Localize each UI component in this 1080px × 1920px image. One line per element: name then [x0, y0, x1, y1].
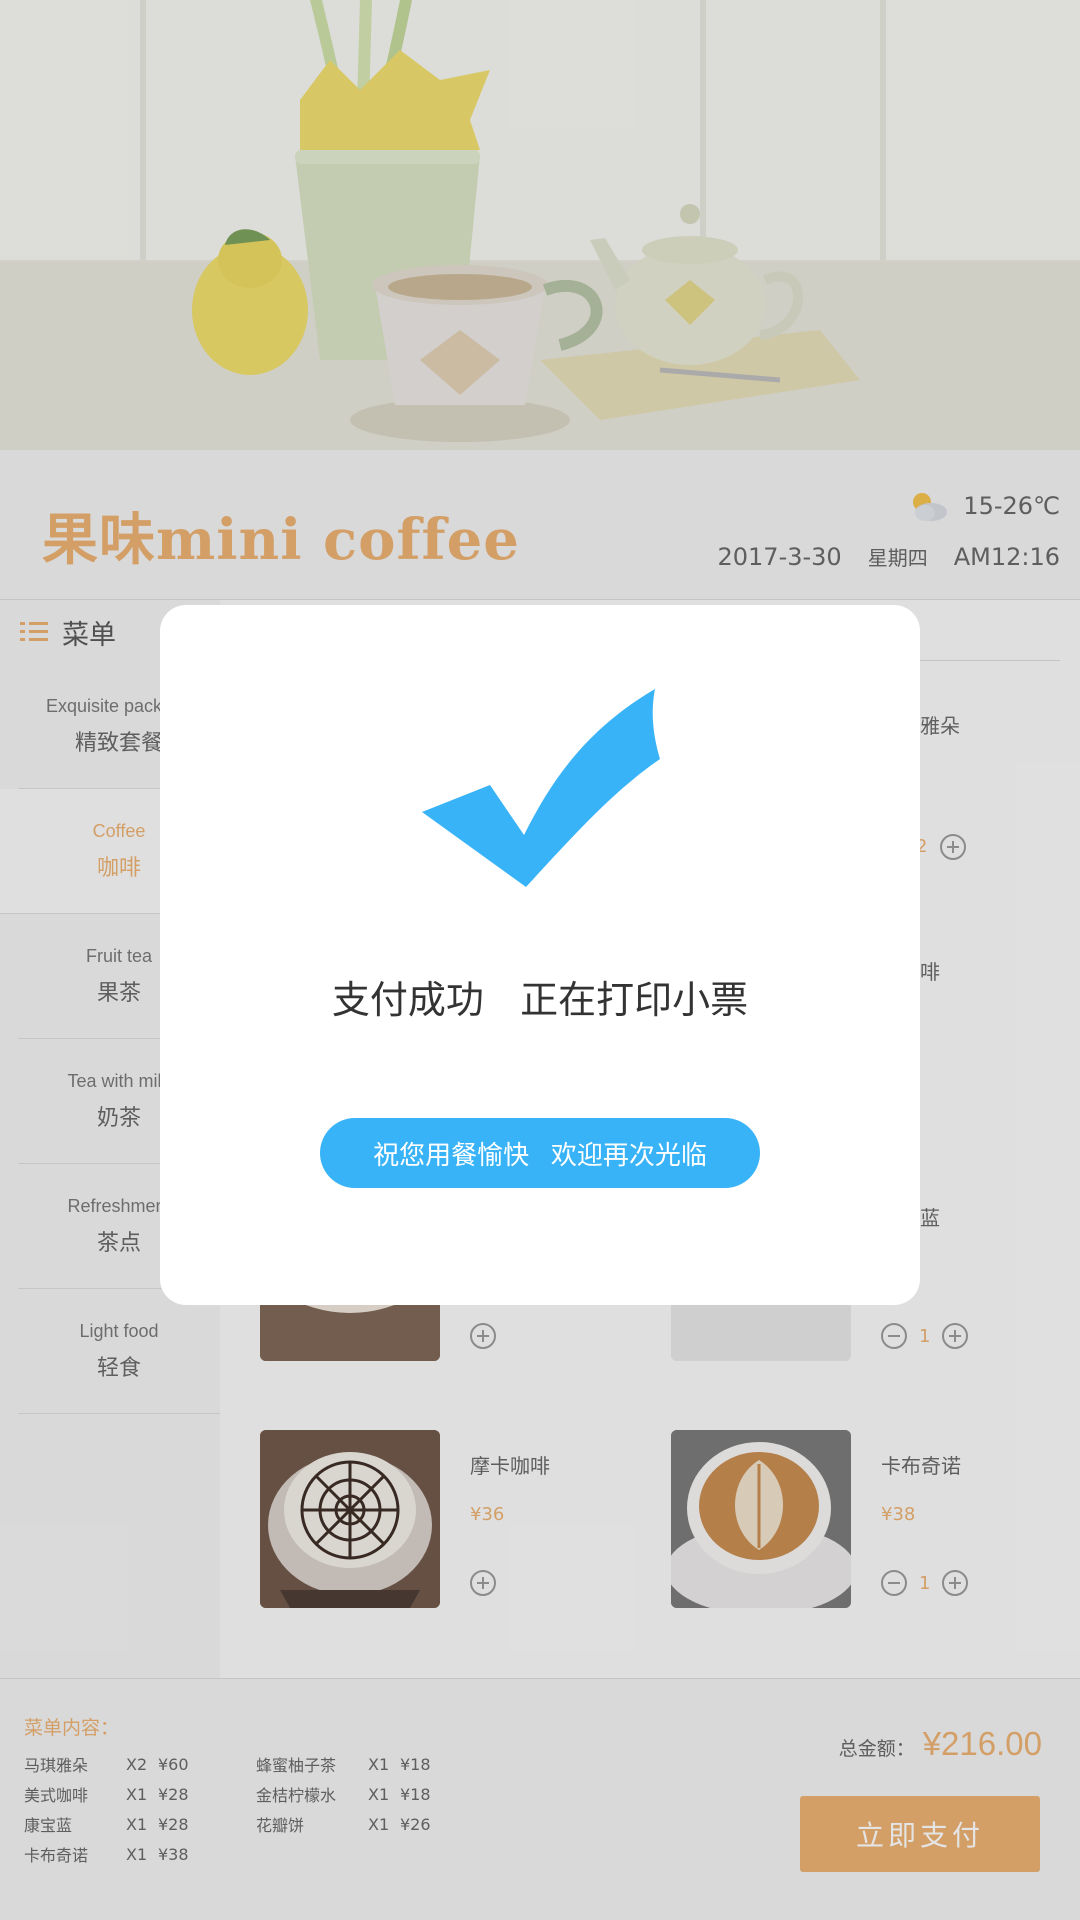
- success-message: 支付成功 正在打印小票: [331, 978, 749, 1022]
- payment-success-dialog: 支付成功 正在打印小票 祝您用餐愉快 欢迎再次光临: [160, 605, 920, 1305]
- welcome-button[interactable]: 祝您用餐愉快 欢迎再次光临: [320, 1118, 760, 1188]
- checkmark-icon: [422, 687, 672, 897]
